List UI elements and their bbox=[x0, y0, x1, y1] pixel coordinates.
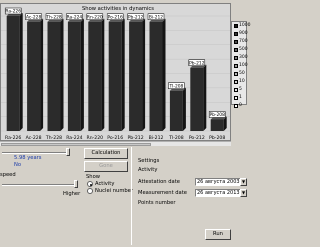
speed-label: speed bbox=[0, 172, 16, 178]
speed-slider-thumb[interactable] bbox=[74, 180, 78, 188]
legend-text: 700 bbox=[239, 39, 248, 44]
controls-panel: Calculation Gone 5.98 years No speed Hig… bbox=[0, 147, 247, 247]
gone-button[interactable]: Gone bbox=[84, 161, 128, 172]
legend-swatch bbox=[234, 72, 238, 76]
attestation-date-label: Attestation date bbox=[138, 179, 180, 185]
legend-text: 0 bbox=[239, 103, 242, 108]
bar-side bbox=[121, 18, 125, 131]
bar-side bbox=[80, 18, 84, 131]
legend-text: 1 bbox=[239, 95, 242, 100]
top-slider-track[interactable] bbox=[2, 152, 68, 154]
activity-settings-label: Activity bbox=[138, 167, 158, 173]
bar-side bbox=[203, 64, 207, 131]
top-slider-thumb[interactable] bbox=[66, 148, 70, 156]
divider bbox=[131, 147, 132, 245]
scrollbar-thumb[interactable] bbox=[1, 143, 151, 146]
bar-label: Bi-212 bbox=[149, 14, 163, 20]
show-group-title: Show bbox=[86, 174, 100, 180]
legend-text: 100 bbox=[239, 63, 248, 68]
bar-pb-212 bbox=[129, 21, 143, 131]
bar-label: Th-228 bbox=[45, 14, 62, 20]
legend-entry: 300 bbox=[232, 54, 248, 62]
legend-swatch bbox=[234, 96, 238, 100]
legend-swatch bbox=[234, 56, 238, 60]
main-window: Ra-226 Ra-226 Ac-228 Ac-228 Th-228 Th-228 Ra-2… bbox=[0, 0, 250, 247]
speed-slider-track[interactable] bbox=[2, 184, 78, 186]
legend-text: 10 bbox=[239, 79, 245, 84]
higher-label: Higher bbox=[63, 191, 81, 197]
bar-label: Pb-212 bbox=[189, 60, 205, 66]
measurement-date-label: Measurement date bbox=[138, 190, 187, 196]
measurement-date-field[interactable]: 26 августа 2013 г. bbox=[195, 189, 245, 197]
bar-th-228 bbox=[47, 21, 61, 131]
bar-po-212 bbox=[190, 67, 204, 131]
bar-rn-220 bbox=[88, 21, 102, 131]
bar-bi-212 bbox=[149, 21, 163, 131]
chart-title: Show activities in dynamics bbox=[82, 6, 154, 12]
bar-label: Po-216 bbox=[108, 14, 123, 20]
bar-ra-226 bbox=[6, 16, 20, 131]
legend-entry: 700 bbox=[232, 38, 248, 46]
legend-entry: 100 bbox=[232, 62, 248, 70]
legend-swatch bbox=[234, 32, 238, 36]
legend-swatch bbox=[234, 64, 238, 68]
bar-side bbox=[19, 13, 23, 131]
legend-swatch bbox=[234, 48, 238, 52]
legend-swatch bbox=[234, 24, 238, 28]
bar-label: Ra-224 bbox=[67, 14, 83, 20]
no-label: No bbox=[14, 162, 22, 168]
legend-entry: 10 bbox=[232, 78, 246, 86]
bar-label: Tl-208 bbox=[168, 83, 183, 89]
settings-title: Settings bbox=[138, 158, 160, 164]
bar-side bbox=[162, 18, 166, 131]
legend-text: 900 bbox=[239, 31, 248, 36]
legend-text: 300 bbox=[239, 55, 248, 60]
chart-area: Ra-226 Ra-226 Ac-228 Ac-228 Th-228 Th-228 Ra-2… bbox=[0, 3, 231, 141]
bar-side bbox=[101, 18, 105, 131]
activity-radio-label: Activity bbox=[95, 181, 115, 187]
bar-po-216 bbox=[108, 21, 122, 131]
legend-entry: 1 bbox=[232, 94, 246, 102]
bar-label: Ac-228 bbox=[26, 14, 42, 20]
nuclei-radio[interactable] bbox=[87, 188, 93, 194]
bar-ra-224 bbox=[67, 21, 81, 131]
bar-label: Rn-220 bbox=[87, 14, 103, 20]
measurement-date-dropdown[interactable]: ▼ bbox=[240, 189, 247, 197]
half-life-value: 5.98 years bbox=[14, 155, 42, 161]
bar-side bbox=[60, 18, 64, 131]
legend-text: 500 bbox=[239, 47, 248, 52]
attestation-date-field[interactable]: 26 августа 2003 г. bbox=[195, 178, 245, 186]
legend-entry: 0 bbox=[232, 102, 246, 110]
legend-swatch bbox=[234, 80, 238, 84]
bar-label: Ra-226 bbox=[5, 9, 21, 15]
bar-side bbox=[182, 87, 186, 131]
horizontal-scrollbar[interactable] bbox=[0, 141, 231, 146]
legend-text: 50 bbox=[239, 71, 245, 76]
bar-side bbox=[142, 18, 146, 131]
legend-text: 1000 bbox=[239, 23, 251, 28]
legend-panel: 1000 900 700 500 300 100 50 10 5 1 0 bbox=[231, 21, 250, 108]
calculation-button[interactable]: Calculation bbox=[84, 148, 128, 159]
bar-label: Pb-212 bbox=[128, 14, 144, 20]
run-button[interactable]: Run bbox=[205, 229, 231, 240]
attestation-date-dropdown[interactable]: ▼ bbox=[240, 178, 247, 186]
legend-entry: 500 bbox=[232, 46, 248, 54]
legend-swatch bbox=[234, 104, 238, 108]
bar-tl-208 bbox=[169, 90, 183, 131]
bar-pb-208 bbox=[210, 119, 224, 131]
bar-ac-228 bbox=[27, 21, 41, 131]
nuclei-radio-label: Nuclei number bbox=[95, 188, 133, 194]
legend-text: 5 bbox=[239, 87, 242, 92]
legend-entry: 1000 bbox=[232, 22, 250, 30]
bar-chart: Ra-226Ra-226Ac-228Ac-228Th-228Th-228Ra-2… bbox=[1, 7, 230, 140]
legend-entry: 50 bbox=[232, 70, 246, 78]
bar-label: Pb-208 bbox=[209, 112, 225, 118]
legend-swatch bbox=[234, 40, 238, 44]
legend-entry: 900 bbox=[232, 30, 248, 38]
activity-radio[interactable] bbox=[87, 181, 93, 187]
legend-swatch bbox=[234, 88, 238, 92]
points-number-label: Points number bbox=[138, 200, 176, 206]
legend-entry: 5 bbox=[232, 86, 246, 94]
bar-side bbox=[40, 18, 44, 131]
